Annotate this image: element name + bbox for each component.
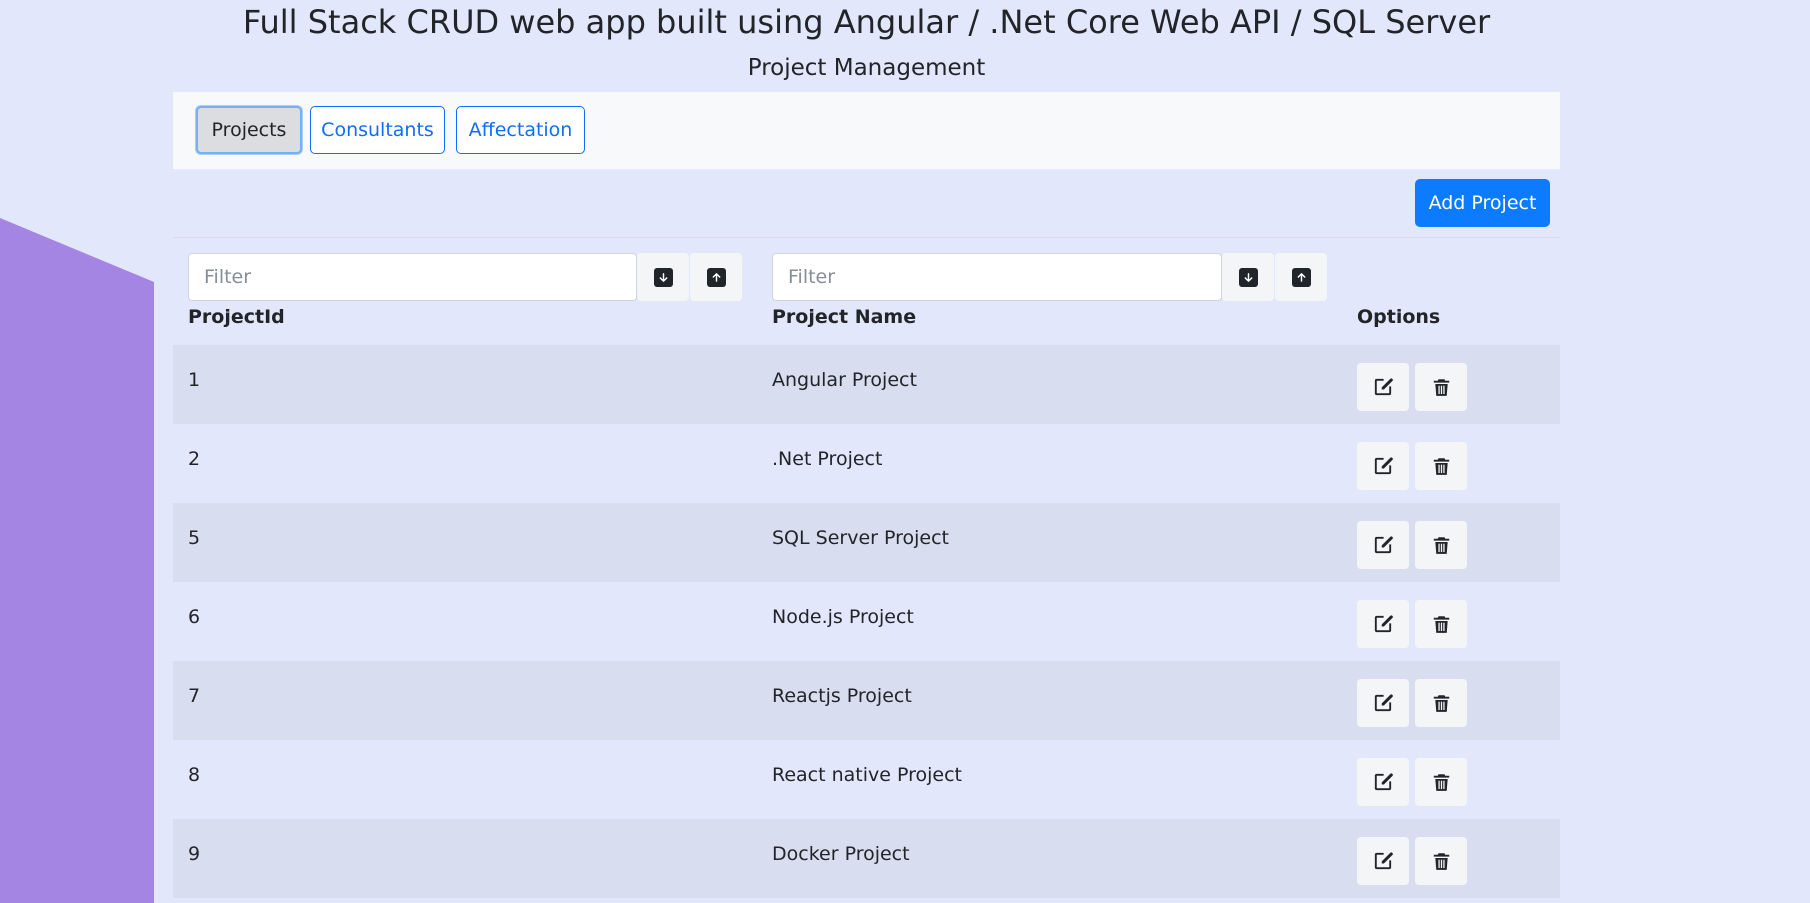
edit-project-button[interactable]	[1357, 442, 1409, 490]
trash-icon	[1432, 457, 1451, 476]
project-id-cell: 2	[188, 448, 201, 470]
project-id-cell: 1	[188, 369, 201, 391]
project-name-cell: Docker Project	[772, 843, 910, 865]
pencil-square-icon	[1373, 535, 1393, 555]
trash-icon	[1432, 378, 1451, 397]
arrow-down-icon	[653, 267, 673, 287]
delete-project-button[interactable]	[1415, 600, 1467, 648]
project-name-cell: Node.js Project	[772, 606, 914, 628]
delete-project-button[interactable]	[1415, 521, 1467, 569]
trash-icon	[1432, 536, 1451, 555]
column-header-projectid: ProjectId	[188, 306, 285, 328]
project-name-cell: React native Project	[772, 764, 963, 786]
trash-icon	[1432, 852, 1451, 871]
pencil-square-icon	[1373, 851, 1393, 871]
project-name-cell: SQL Server Project	[772, 527, 949, 549]
project-id-cell: 9	[188, 843, 201, 865]
pencil-square-icon	[1373, 456, 1393, 476]
delete-project-button[interactable]	[1415, 363, 1467, 411]
project-id-cell: 8	[188, 764, 201, 786]
page-title: Full Stack CRUD web app built using Angu…	[242, 3, 1491, 41]
edit-project-button[interactable]	[1357, 363, 1409, 411]
sort-id-asc-button[interactable]	[690, 253, 742, 301]
table-row: 6 Node.js Project	[173, 582, 1560, 661]
table-row: 5 SQL Server Project	[173, 503, 1560, 582]
edit-project-button[interactable]	[1357, 521, 1409, 569]
project-name-cell: Angular Project	[772, 369, 917, 391]
project-name-cell: Reactjs Project	[772, 685, 912, 707]
tab-projects[interactable]: Projects	[196, 106, 302, 154]
pencil-square-icon	[1373, 772, 1393, 792]
arrow-up-icon	[706, 267, 726, 287]
delete-project-button[interactable]	[1415, 679, 1467, 727]
table-row: 8 React native Project	[173, 740, 1560, 819]
edit-project-button[interactable]	[1357, 600, 1409, 648]
trash-icon	[1432, 694, 1451, 713]
arrow-down-icon	[1238, 267, 1258, 287]
project-id-cell: 6	[188, 606, 201, 628]
project-id-cell: 5	[188, 527, 201, 549]
nav-bar: Projects Consultants Affectation	[173, 92, 1560, 169]
pencil-square-icon	[1373, 377, 1393, 397]
table-row: 2 .Net Project	[173, 424, 1560, 503]
column-header-project-name: Project Name	[772, 306, 917, 328]
project-id-filter-input[interactable]: Filter	[188, 253, 637, 301]
project-id-cell: 7	[188, 685, 201, 707]
table-row: 9 Docker Project	[173, 819, 1560, 898]
page-subtitle: Project Management	[747, 55, 986, 81]
delete-project-button[interactable]	[1415, 837, 1467, 885]
delete-project-button[interactable]	[1415, 442, 1467, 490]
edit-project-button[interactable]	[1357, 837, 1409, 885]
edit-project-button[interactable]	[1357, 679, 1409, 727]
sort-id-desc-button[interactable]	[637, 253, 689, 301]
pencil-square-icon	[1373, 693, 1393, 713]
decorative-side-shape	[0, 218, 154, 903]
sort-name-desc-button[interactable]	[1222, 253, 1274, 301]
edit-project-button[interactable]	[1357, 758, 1409, 806]
column-header-options: Options	[1357, 306, 1441, 328]
delete-project-button[interactable]	[1415, 758, 1467, 806]
table-row: 1 Angular Project	[173, 345, 1560, 424]
trash-icon	[1432, 773, 1451, 792]
trash-icon	[1432, 615, 1451, 634]
sort-name-asc-button[interactable]	[1275, 253, 1327, 301]
pencil-square-icon	[1373, 614, 1393, 634]
table-row: 7 Reactjs Project	[173, 661, 1560, 740]
project-name-filter-input[interactable]: Filter	[772, 253, 1222, 301]
projects-table-body: 1 Angular Project 2 .Net Project 5 SQL Server…	[173, 345, 1560, 898]
divider	[173, 237, 1560, 238]
tab-consultants[interactable]: Consultants	[310, 106, 445, 154]
project-name-cell: .Net Project	[772, 448, 883, 470]
arrow-up-icon	[1291, 267, 1311, 287]
tab-affectation[interactable]: Affectation	[456, 106, 585, 154]
add-project-button[interactable]: Add Project	[1415, 179, 1550, 227]
